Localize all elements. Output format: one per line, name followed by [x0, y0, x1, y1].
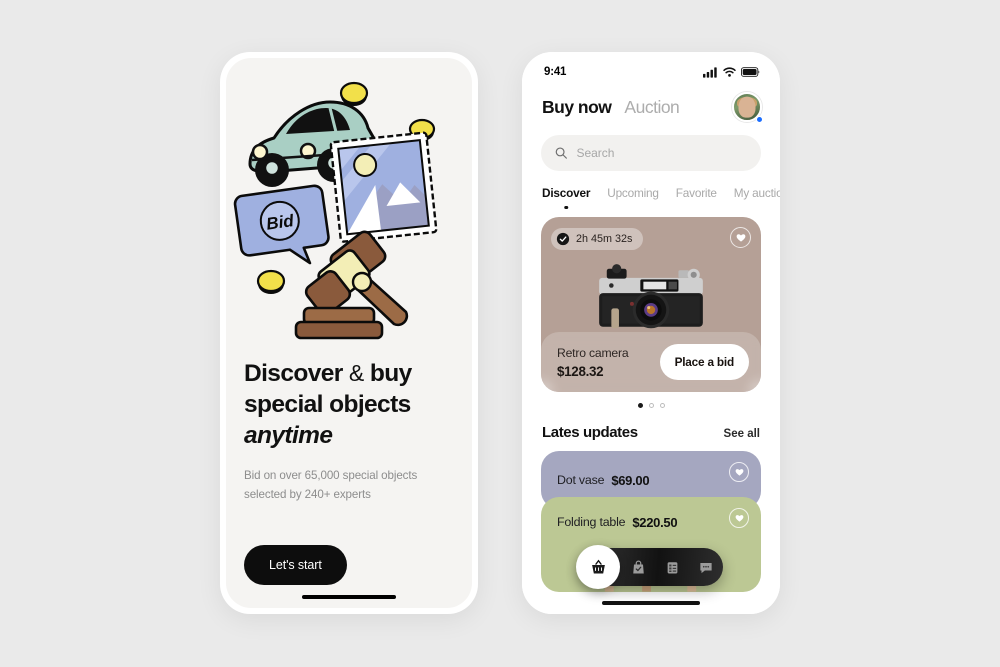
avatar-status-dot	[756, 116, 763, 123]
auction-illustration: Bid	[233, 81, 438, 340]
chat-bubble-icon	[700, 562, 712, 573]
section-title: Lates updates	[542, 424, 638, 441]
basket-icon	[591, 559, 605, 573]
title-line-three: anytime	[244, 422, 333, 449]
avatar[interactable]	[732, 92, 763, 123]
app-header: Buy now Auction	[522, 80, 780, 123]
gold-coin-icon	[256, 269, 286, 294]
heart-icon	[735, 469, 743, 476]
bag-check-icon	[632, 560, 644, 573]
heart-icon	[735, 515, 743, 522]
svg-text:Bid: Bid	[265, 211, 295, 234]
home-indicator	[302, 595, 396, 599]
battery-icon	[741, 67, 760, 77]
list-item-price: $69.00	[611, 472, 650, 488]
home-indicator	[602, 601, 700, 605]
postage-stamp-icon	[329, 131, 438, 243]
tab-auction[interactable]: Auction	[624, 97, 679, 118]
chip-favorite[interactable]: Favorite	[676, 186, 717, 209]
favorite-button[interactable]	[729, 508, 749, 528]
tab-messages[interactable]	[689, 548, 723, 586]
featured-item-name: Retro camera	[557, 345, 629, 360]
app-screen: 9:41 Buy now Auction Search Discover Upc…	[522, 52, 780, 614]
phone-onboarding: Bid Discover & buy special objects anyti…	[220, 52, 478, 614]
see-all-link[interactable]: See all	[724, 428, 760, 440]
search-icon	[555, 147, 567, 159]
place-a-bid-button[interactable]: Place a bid	[659, 344, 749, 380]
chip-my-auction[interactable]: My auction	[734, 186, 780, 209]
onboarding-screen: Bid Discover & buy special objects anyti…	[226, 58, 472, 608]
canvas: Bid Discover & buy special objects anyti…	[0, 0, 1000, 667]
favorite-button[interactable]	[729, 462, 749, 482]
title-word-buy: buy	[369, 360, 412, 387]
clock-icon	[556, 232, 570, 246]
favorite-button[interactable]	[730, 227, 751, 248]
onboarding-text-block: Discover & buy special objects anytime B…	[244, 358, 460, 504]
page-title: Discover & buy special objects anytime	[244, 358, 460, 451]
retro-camera-image	[599, 264, 703, 329]
featured-details: Retro camera $128.32	[557, 345, 629, 379]
title-word-discover: Discover	[244, 360, 343, 387]
countdown-timer: 2h 45m 32s	[551, 228, 644, 250]
title-line-two: special objects	[244, 391, 411, 418]
cellular-signal-icon	[703, 66, 717, 78]
featured-auction-card[interactable]: 2h 45m 32s Retro camera $128.32 Place a …	[541, 217, 761, 392]
status-bar: 9:41	[522, 52, 780, 80]
section-header: Lates updates See all	[522, 408, 780, 441]
tab-basket[interactable]	[576, 545, 620, 589]
list-item-name: Dot vase	[557, 473, 605, 487]
category-chips: Discover Upcoming Favorite My auction	[522, 171, 780, 209]
clipboard-list-icon	[667, 561, 677, 573]
search-input[interactable]	[576, 146, 747, 160]
chip-upcoming[interactable]: Upcoming	[607, 186, 659, 209]
lets-start-button[interactable]: Let's start	[244, 545, 347, 585]
onboarding-subtitle: Bid on over 65,000 special objects selec…	[244, 469, 418, 501]
list-item-name: Folding table	[557, 515, 626, 529]
list-item-price: $220.50	[632, 515, 678, 530]
carousel-dot[interactable]	[648, 403, 654, 408]
bid-speech-bubble-icon: Bid	[233, 184, 330, 265]
featured-item-price: $128.32	[557, 363, 604, 379]
tab-buy-now[interactable]: Buy now	[542, 97, 612, 118]
countdown-text: 2h 45m 32s	[576, 233, 633, 245]
tab-orders[interactable]	[621, 548, 655, 586]
heart-icon	[736, 234, 745, 242]
carousel-dot[interactable]	[637, 403, 643, 408]
status-time: 9:41	[544, 66, 567, 78]
carousel-dot[interactable]	[659, 403, 665, 408]
chip-discover[interactable]: Discover	[542, 186, 590, 209]
featured-info-strip: Retro camera $128.32 Place a bid	[541, 332, 761, 392]
bottom-tab-bar	[576, 545, 723, 589]
tab-list[interactable]	[655, 548, 689, 586]
avatar-face	[738, 97, 756, 119]
status-icons	[703, 66, 760, 78]
phone-app: 9:41 Buy now Auction Search Discover Upc…	[522, 52, 780, 614]
search-bar[interactable]	[541, 135, 761, 171]
wifi-icon	[723, 67, 736, 77]
title-ampersand: &	[348, 360, 364, 386]
